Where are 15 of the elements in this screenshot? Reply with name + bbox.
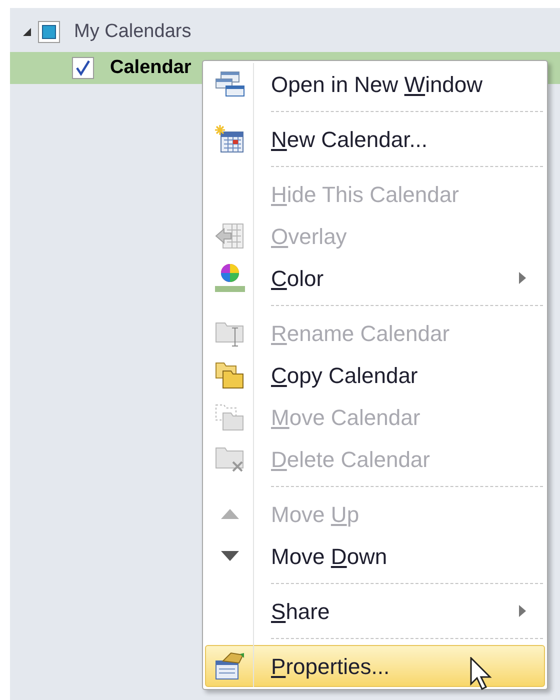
menu-item-label: Properties... [271, 652, 390, 681]
menu-item-label: Hide This Calendar [271, 180, 459, 208]
menu-item-label: Move Calendar [271, 404, 420, 432]
calendar-label: Calendar [110, 56, 192, 80]
menu-item-label: Open in New Window [271, 70, 483, 99]
menu-item-label: Overlay [271, 222, 347, 251]
menu-item-label: Rename Calendar [271, 320, 450, 348]
menu-item-label: Move Down [271, 542, 388, 570]
menu-item-label: New Calendar... [271, 126, 428, 154]
menu-item-label: Copy Calendar [271, 362, 418, 390]
menu-item-label: Delete Calendar [271, 446, 430, 474]
group-label: My Calendars [74, 20, 192, 44]
menu-item-label: Share [271, 598, 330, 626]
menu-item-label: Color [271, 264, 324, 292]
menu-item-label: Move Up [271, 500, 360, 529]
